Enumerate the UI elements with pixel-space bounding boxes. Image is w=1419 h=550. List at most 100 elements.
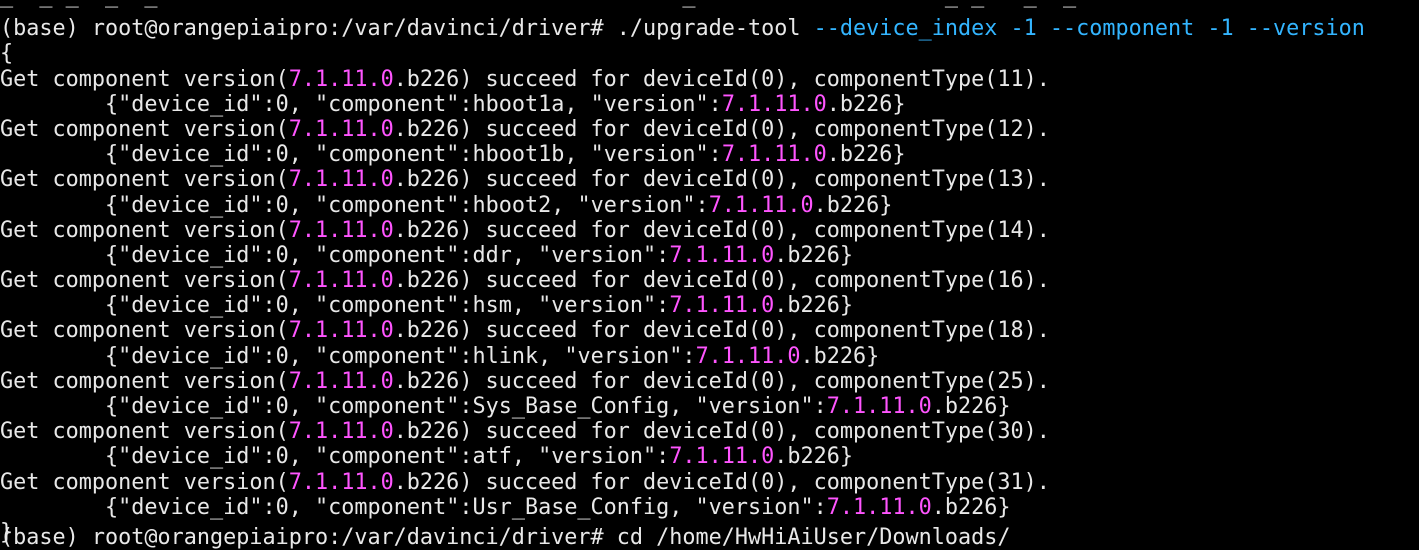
log-text: ). <box>1023 368 1050 394</box>
json-text: } <box>879 192 893 218</box>
version-build: .b226 <box>931 394 998 419</box>
json-text: {"device_id":0, "component": <box>105 343 473 369</box>
log-text: ). <box>1023 116 1050 142</box>
log-text: Get component version( <box>0 318 289 344</box>
json-text: , "version": <box>538 343 696 369</box>
version-build: .b226 <box>800 343 867 369</box>
log-text: ). <box>1023 268 1050 294</box>
get-version-line: Get component version(7.1.11.0.b226) suc… <box>0 67 1419 92</box>
json-text: , "version": <box>564 91 722 117</box>
command-arg: --component <box>1036 16 1195 42</box>
log-text: ) succeed for deviceId(0), componentType… <box>459 368 998 394</box>
get-version-line: Get component version(7.1.11.0.b226) suc… <box>0 167 1419 192</box>
component-type: 25 <box>997 368 1024 394</box>
version-build: .b226 <box>393 368 460 394</box>
json-text: {"device_id":0, "component": <box>105 192 473 218</box>
version-build: .b226 <box>774 242 840 268</box>
log-text: Get component version( <box>0 217 289 243</box>
log-text: ) succeed for deviceId(0), componentType… <box>459 217 998 243</box>
version-number: 7.1.11.0 <box>669 293 775 319</box>
version-number: 7.1.11.0 <box>721 91 827 117</box>
json-result-line: {"device_id":0, "component":atf, "versio… <box>0 444 1419 469</box>
json-text: {"device_id":0, "component": <box>105 394 473 419</box>
log-text: ) succeed for deviceId(0), componentType… <box>459 167 998 193</box>
version-number: 7.1.11.0 <box>695 343 801 369</box>
version-number: 7.1.11.0 <box>721 142 827 168</box>
get-version-line: Get component version(7.1.11.0.b226) suc… <box>0 318 1419 343</box>
version-build: .b226 <box>393 167 460 193</box>
log-text: ). <box>1023 66 1050 92</box>
json-text: } <box>997 494 1011 520</box>
component-name: hlink <box>472 343 539 369</box>
component-name: Usr_Base_Config <box>472 494 670 520</box>
version-build: .b226 <box>826 142 893 168</box>
log-text: ) succeed for deviceId(0), componentType… <box>459 318 998 344</box>
log-text: ). <box>1023 318 1050 344</box>
component-type: 18 <box>997 318 1024 344</box>
get-version-line: Get component version(7.1.11.0.b226) suc… <box>0 369 1419 394</box>
json-text: } <box>839 444 854 470</box>
component-name: ddr <box>472 242 512 268</box>
version-number: 7.1.11.0 <box>288 318 394 344</box>
get-version-line: Get component version(7.1.11.0.b226) suc… <box>0 419 1419 444</box>
next-prompt-line: (base) root@orangepiaipro:/var/davinci/d… <box>0 525 1011 550</box>
json-result-line: {"device_id":0, "component":hboot2, "ver… <box>0 193 1419 218</box>
version-build: .b226 <box>393 318 460 344</box>
version-build: .b226 <box>813 192 880 218</box>
log-text: Get component version( <box>0 368 289 394</box>
log-text: Get component version( <box>0 419 289 445</box>
json-text: } <box>892 142 906 168</box>
version-number: 7.1.11.0 <box>288 66 394 92</box>
version-build: .b226 <box>393 217 460 243</box>
component-type: 31 <box>997 469 1024 495</box>
json-result-line: {"device_id":0, "component":hsm, "versio… <box>0 293 1419 318</box>
version-number: 7.1.11.0 <box>288 217 394 243</box>
get-version-line: Get component version(7.1.11.0.b226) suc… <box>0 117 1419 142</box>
json-text: } <box>839 293 854 319</box>
component-name: hsm <box>472 293 512 319</box>
json-text: } <box>839 242 854 268</box>
component-type: 30 <box>997 419 1024 445</box>
version-build: .b226 <box>393 116 460 142</box>
json-text: , "version": <box>564 142 722 168</box>
version-build: .b226 <box>931 494 998 520</box>
log-text: Get component version( <box>0 66 289 92</box>
json-text: {"device_id":0, "component": <box>105 293 473 319</box>
json-result-line: {"device_id":0, "component":hlink, "vers… <box>0 344 1419 369</box>
json-result-line: {"device_id":0, "component":Usr_Base_Con… <box>0 495 1419 520</box>
json-text: {"device_id":0, "component": <box>105 142 473 168</box>
shell-prompt: (base) root@orangepiaipro:/var/davinci/d… <box>0 16 617 42</box>
component-name: Sys_Base_Config <box>472 394 670 419</box>
log-text: ). <box>1023 469 1050 495</box>
component-name: hboot1a <box>472 91 565 117</box>
command-arg: -1 <box>1194 16 1234 42</box>
version-number: 7.1.11.0 <box>708 192 814 218</box>
log-text: ). <box>1023 419 1050 445</box>
version-build: .b226 <box>393 469 460 495</box>
version-build: .b226 <box>774 293 840 319</box>
version-number: 7.1.11.0 <box>826 394 932 419</box>
log-text: Get component version( <box>0 167 289 193</box>
command-arg: --version <box>1233 16 1365 42</box>
json-text: {"device_id":0, "component": <box>105 494 473 520</box>
log-text: ). <box>1023 217 1050 243</box>
json-text: {"device_id":0, "component": <box>105 91 473 117</box>
log-text: ). <box>1023 167 1050 193</box>
terminal-output[interactable]: (base) root@orangepiaipro:/var/davinci/d… <box>0 0 1419 545</box>
version-build: .b226 <box>393 66 460 92</box>
json-text: , "version": <box>511 444 670 470</box>
json-text: } <box>892 91 906 117</box>
json-result-line: {"device_id":0, "component":hboot1b, "ve… <box>0 142 1419 167</box>
json-text: } <box>997 394 1011 419</box>
log-text: Get component version( <box>0 268 289 294</box>
component-name: hboot2 <box>472 192 552 218</box>
version-build: .b226 <box>393 268 460 294</box>
log-text: ) succeed for deviceId(0), componentType… <box>459 268 998 294</box>
json-result-line: {"device_id":0, "component":hboot1a, "ve… <box>0 92 1419 117</box>
log-text: ) succeed for deviceId(0), componentType… <box>459 469 998 495</box>
json-text: , "version": <box>669 394 827 419</box>
json-result-line: {"device_id":0, "component":Sys_Base_Con… <box>0 394 1419 419</box>
version-number: 7.1.11.0 <box>288 469 394 495</box>
log-text: ) succeed for deviceId(0), componentType… <box>459 66 998 92</box>
version-number: 7.1.11.0 <box>288 419 394 445</box>
